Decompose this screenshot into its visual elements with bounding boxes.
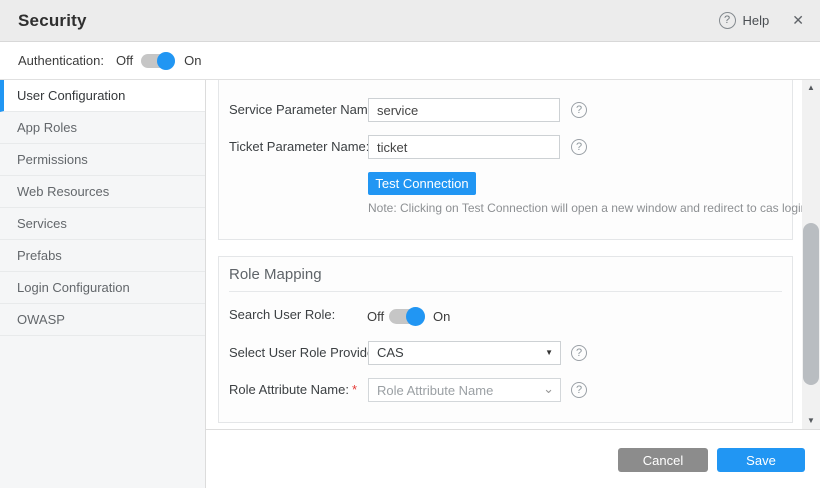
ticket-parameter-help-icon[interactable]: ? xyxy=(571,139,587,155)
authentication-on-label: On xyxy=(184,53,201,68)
authentication-off-label: Off xyxy=(116,53,133,68)
selected-provider-value: CAS xyxy=(377,345,404,360)
search-user-role-label: Search User Role: xyxy=(229,303,335,327)
divider xyxy=(229,291,782,292)
user-role-provider-select[interactable]: CAS ▼ xyxy=(368,341,561,365)
test-connection-button[interactable]: Test Connection xyxy=(368,172,476,195)
required-marker: * xyxy=(352,382,357,397)
role-attribute-combobox[interactable]: ⌄ xyxy=(368,378,561,402)
vertical-scrollbar[interactable]: ▲ ▼ xyxy=(802,80,820,429)
save-button[interactable]: Save xyxy=(717,448,805,472)
service-parameter-help-icon[interactable]: ? xyxy=(571,102,587,118)
security-dialog: Security ? Help ✕ Authentication: Off On… xyxy=(0,0,820,488)
toggle-knob xyxy=(406,307,425,326)
search-user-role-on-label: On xyxy=(433,309,450,324)
sidebar-item-app-roles[interactable]: App Roles xyxy=(0,112,205,144)
ticket-parameter-label: Ticket Parameter Name:* xyxy=(229,135,377,159)
sidebar-item-services[interactable]: Services xyxy=(0,208,205,240)
label-text: Service Parameter Name: xyxy=(229,102,379,117)
user-role-provider-help-icon[interactable]: ? xyxy=(571,345,587,361)
role-attribute-help-icon[interactable]: ? xyxy=(571,382,587,398)
page-title: Security xyxy=(18,11,87,31)
role-mapping-title: Role Mapping xyxy=(229,266,322,283)
footer-action-bar: Cancel Save xyxy=(206,429,820,488)
sidebar-item-owasp[interactable]: OWASP xyxy=(0,304,205,336)
role-mapping-panel: Role Mapping Search User Role: Off On Se… xyxy=(218,256,793,423)
cancel-button[interactable]: Cancel xyxy=(618,448,708,472)
scroll-down-icon[interactable]: ▼ xyxy=(802,413,820,429)
test-connection-note: Note: Clicking on Test Connection will o… xyxy=(368,201,807,215)
sidebar-item-permissions[interactable]: Permissions xyxy=(0,144,205,176)
toggle-knob xyxy=(157,52,175,70)
sidebar-item-login-configuration[interactable]: Login Configuration xyxy=(0,272,205,304)
help-icon[interactable]: ? xyxy=(719,12,736,29)
authentication-toggle[interactable] xyxy=(141,52,175,70)
sidebar-item-prefabs[interactable]: Prefabs xyxy=(0,240,205,272)
close-icon[interactable]: ✕ xyxy=(792,12,804,29)
role-attribute-input[interactable] xyxy=(368,378,561,402)
label-text: Ticket Parameter Name: xyxy=(229,139,369,154)
titlebar: Security ? Help ✕ xyxy=(0,0,820,42)
authentication-row: Authentication: Off On xyxy=(0,42,820,80)
ticket-parameter-input[interactable] xyxy=(368,135,560,159)
service-parameter-input[interactable] xyxy=(368,98,560,122)
sidebar: User Configuration App Roles Permissions… xyxy=(0,80,206,488)
service-parameter-label: Service Parameter Name:* xyxy=(229,98,387,122)
cas-config-panel: Service Parameter Name:* ? Ticket Parame… xyxy=(218,80,793,240)
main-content: Service Parameter Name:* ? Ticket Parame… xyxy=(206,80,820,488)
search-user-role-off-label: Off xyxy=(367,309,384,324)
role-attribute-label: Role Attribute Name:* xyxy=(229,378,357,402)
sidebar-item-web-resources[interactable]: Web Resources xyxy=(0,176,205,208)
dropdown-arrow-icon: ▼ xyxy=(545,342,553,364)
search-user-role-toggle[interactable] xyxy=(389,307,425,326)
sidebar-item-user-configuration[interactable]: User Configuration xyxy=(0,80,205,112)
scrollbar-thumb[interactable] xyxy=(803,223,819,385)
label-text: Role Attribute Name: xyxy=(229,382,349,397)
help-button[interactable]: Help xyxy=(743,13,770,28)
scroll-up-icon[interactable]: ▲ xyxy=(802,80,820,96)
titlebar-actions: ? Help ✕ xyxy=(719,12,804,29)
authentication-label: Authentication: xyxy=(18,53,104,68)
user-role-provider-label: Select User Role Provider: xyxy=(229,341,382,365)
